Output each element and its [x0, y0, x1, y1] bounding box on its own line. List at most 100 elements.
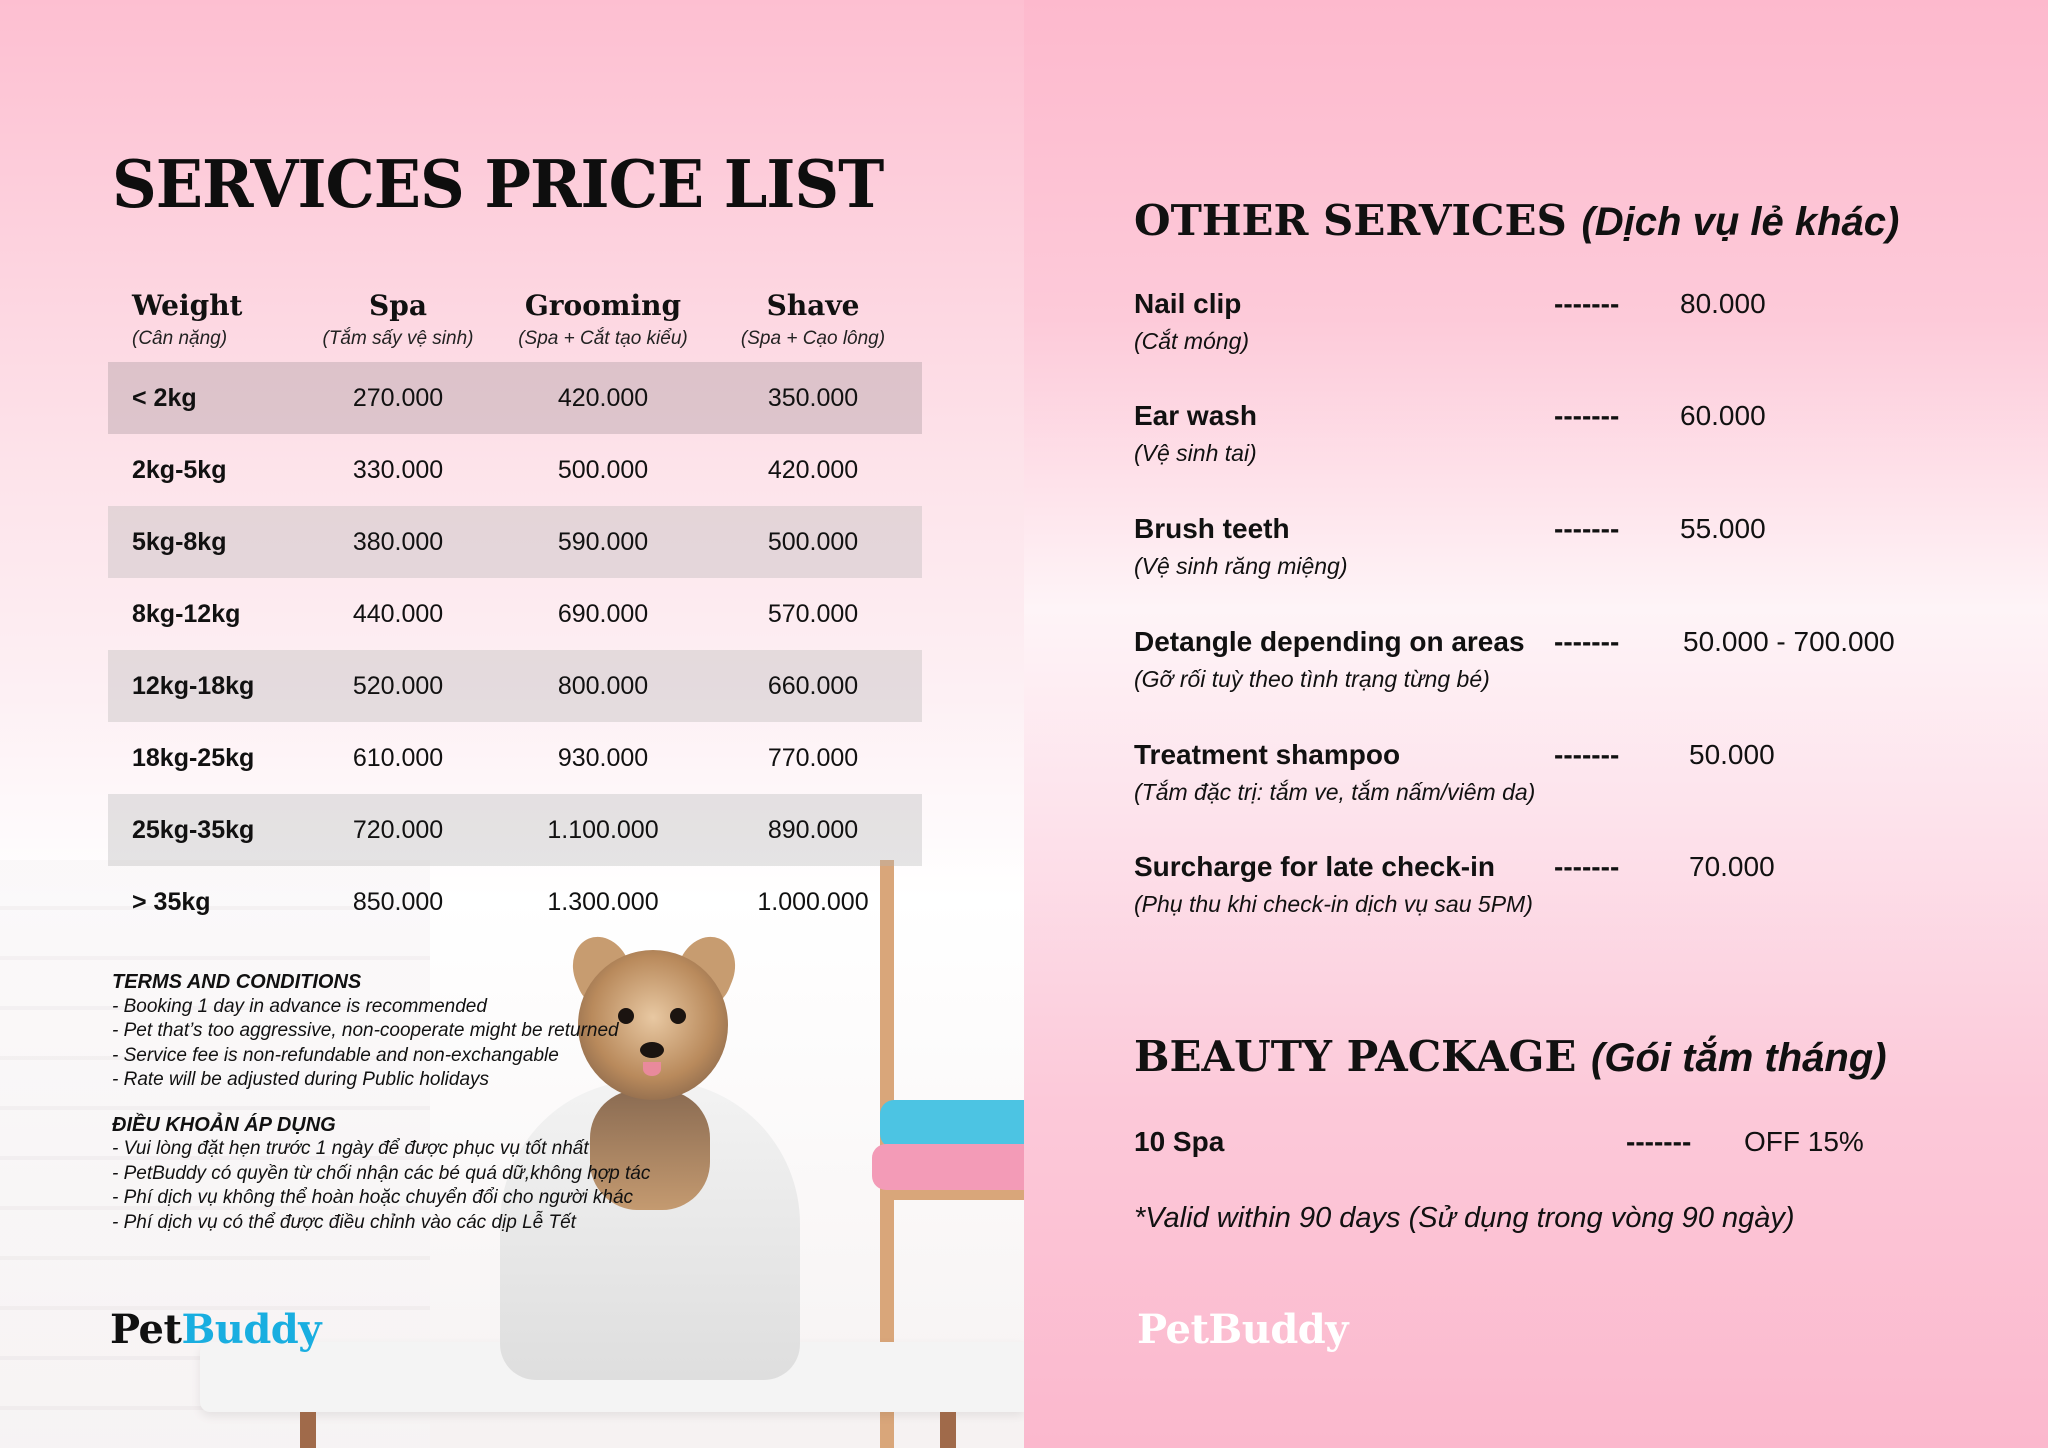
price-cell: 690.000: [557, 599, 649, 628]
terms-en-list: - Booking 1 day in advance is recommende…: [112, 995, 650, 1093]
table-leg: [940, 1412, 956, 1448]
price-cell: 1.300.000: [547, 887, 659, 916]
price-list-page: SERVICES PRICE LIST Weight (Cân nặng) Sp…: [0, 0, 1024, 1448]
table-header: Weight (Cân nặng) Spa (Tắm sấy vệ sinh) …: [108, 286, 922, 362]
service-dash: -------: [1554, 626, 1620, 657]
price-cell: 930.000: [557, 743, 649, 772]
other-services-title: OTHER SERVICES (Dịch vụ lẻ khác): [1134, 196, 1900, 245]
package-offer: OFF 15%: [1744, 1126, 1864, 1157]
service-subtitle: (Tắm đặc trị: tắm ve, tắm nấm/viêm da): [1134, 779, 1536, 805]
service-price: 80.000: [1680, 288, 1766, 319]
service-name: Surcharge for late check-in: [1134, 851, 1496, 882]
price-cell: 590.000: [557, 527, 649, 556]
weight-cell: < 2kg: [132, 383, 197, 412]
package-name: 10 Spa: [1134, 1126, 1225, 1157]
price-cell: 610.000: [352, 743, 444, 772]
service-dash: -------: [1554, 288, 1620, 319]
price-table: Weight (Cân nặng) Spa (Tắm sấy vệ sinh) …: [108, 286, 922, 938]
shelf-board: [880, 1190, 1024, 1200]
terms-item: - Phí dịch vụ không thể hoàn hoặc chuyển…: [112, 1187, 634, 1208]
table-row: > 35kg 850.000 1.300.000 1.000.000: [108, 866, 922, 938]
terms-item: - PetBuddy có quyền từ chối nhận các bé …: [112, 1162, 651, 1184]
service-item: Nail clip (Cắt móng) ------- 80.000: [1134, 288, 2014, 368]
service-name: Detangle depending on areas: [1134, 626, 1525, 657]
table-row: < 2kg 270.000 420.000 350.000: [108, 362, 922, 434]
service-dash: -------: [1554, 739, 1620, 770]
table-body: < 2kg 270.000 420.000 350.000 2kg-5kg 330.000…: [108, 362, 922, 938]
table-leg: [300, 1412, 316, 1448]
package-dash: -------: [1626, 1126, 1692, 1157]
column-header-spa: Spa (Tắm sấy vệ sinh): [322, 289, 474, 349]
terms-item: - Vui lòng đặt hẹn trước 1 ngày để được …: [112, 1138, 589, 1159]
blue-towel: [880, 1100, 1024, 1148]
terms-item: - Pet that’s too aggressive, non-coopera…: [112, 1020, 619, 1041]
price-cell: 380.000: [352, 527, 444, 556]
price-cell: 330.000: [352, 455, 444, 484]
service-name: Ear wash: [1134, 400, 1257, 431]
service-name: Brush teeth: [1134, 513, 1290, 544]
table-row: 2kg-5kg 330.000 500.000 420.000: [108, 434, 922, 506]
price-cell: 500.000: [767, 527, 859, 556]
table-row: 18kg-25kg 610.000 930.000 770.000: [108, 722, 922, 794]
beauty-package-title: BEAUTY PACKAGE (Gói tắm tháng): [1134, 1032, 1887, 1081]
price-cell: 420.000: [767, 455, 859, 484]
price-cell: 500.000: [557, 455, 649, 484]
page-title: SERVICES PRICE LIST: [112, 146, 884, 223]
service-price: 55.000: [1680, 513, 1766, 544]
service-price: 50.000 - 700.000: [1683, 626, 1895, 657]
price-cell: 420.000: [557, 383, 649, 412]
terms-vi-title: ĐIỀU KHOẢN ÁP DỤNG: [112, 1113, 336, 1136]
petbuddy-logo: PetBuddy: [110, 1306, 322, 1353]
service-item: Ear wash (Vệ sinh tai) ------- 60.000: [1134, 400, 2014, 480]
service-item: Surcharge for late check-in (Phụ thu khi …: [1134, 851, 2014, 931]
service-subtitle: (Gỡ rối tuỳ theo tình trạng từng bé): [1134, 666, 1490, 692]
service-subtitle: (Cắt móng): [1134, 328, 1250, 354]
weight-cell: 8kg-12kg: [132, 599, 241, 628]
service-item: Treatment shampoo (Tắm đặc trị: tắm ve, t…: [1134, 739, 2014, 819]
price-cell: 890.000: [767, 815, 859, 844]
service-name: Treatment shampoo: [1134, 739, 1401, 770]
price-cell: 1.100.000: [547, 815, 659, 844]
price-cell: 770.000: [767, 743, 859, 772]
weight-cell: 2kg-5kg: [132, 455, 227, 484]
pink-towel: [872, 1144, 1024, 1190]
service-subtitle: (Vệ sinh tai): [1134, 440, 1257, 466]
price-cell: 660.000: [767, 671, 859, 700]
service-dash: -------: [1554, 851, 1620, 882]
service-dash: -------: [1554, 400, 1620, 431]
terms-vi-list: - Vui lòng đặt hẹn trước 1 ngày để được …: [112, 1137, 650, 1235]
weight-cell: 5kg-8kg: [132, 527, 227, 556]
column-header-grooming: Grooming (Spa + Cắt tạo kiểu): [518, 289, 688, 349]
service-subtitle: (Vệ sinh răng miệng): [1134, 553, 1348, 579]
petbuddy-logo: PetBuddy: [1137, 1306, 1349, 1353]
terms-en-title: TERMS AND CONDITIONS: [112, 971, 362, 993]
price-cell: 850.000: [352, 887, 444, 916]
column-header-weight: Weight (Cân nặng): [132, 289, 243, 349]
table-row: 5kg-8kg 380.000 590.000 500.000: [108, 506, 922, 578]
service-price: 70.000: [1689, 851, 1775, 882]
service-item: Brush teeth (Vệ sinh răng miệng) ------- 55…: [1134, 513, 2014, 593]
terms-and-conditions: TERMS AND CONDITIONS - Booking 1 day in …: [112, 970, 650, 1235]
price-cell: 520.000: [352, 671, 444, 700]
terms-item: - Service fee is non-refundable and non-…: [112, 1044, 559, 1066]
terms-item: - Phí dịch vụ có thể được điều chỉnh vào…: [112, 1211, 576, 1233]
weight-cell: 18kg-25kg: [132, 743, 255, 772]
service-price: 50.000: [1689, 739, 1775, 770]
terms-item: - Booking 1 day in advance is recommende…: [112, 995, 487, 1017]
table-row: 12kg-18kg 520.000 800.000 660.000: [108, 650, 922, 722]
price-cell: 1.000.000: [757, 887, 869, 916]
weight-cell: 12kg-18kg: [132, 671, 255, 700]
service-item: Detangle depending on areas (Gỡ rối tuỳ t…: [1134, 626, 2014, 706]
weight-cell: > 35kg: [132, 887, 211, 916]
price-cell: 800.000: [557, 671, 649, 700]
price-cell: 270.000: [352, 383, 444, 412]
price-cell: 440.000: [352, 599, 444, 628]
service-name: Nail clip: [1134, 288, 1242, 319]
table-row: 8kg-12kg 440.000 690.000 570.000: [108, 578, 922, 650]
service-subtitle: (Phụ thu khi check-in dịch vụ sau 5PM): [1134, 891, 1533, 917]
service-dash: -------: [1554, 513, 1620, 544]
column-header-shave: Shave (Spa + Cạo lông): [740, 289, 886, 349]
price-cell: 720.000: [352, 815, 444, 844]
price-cell: 570.000: [767, 599, 859, 628]
package-note: *Valid within 90 days (Sử dụng trong vòn…: [1134, 1202, 1795, 1234]
